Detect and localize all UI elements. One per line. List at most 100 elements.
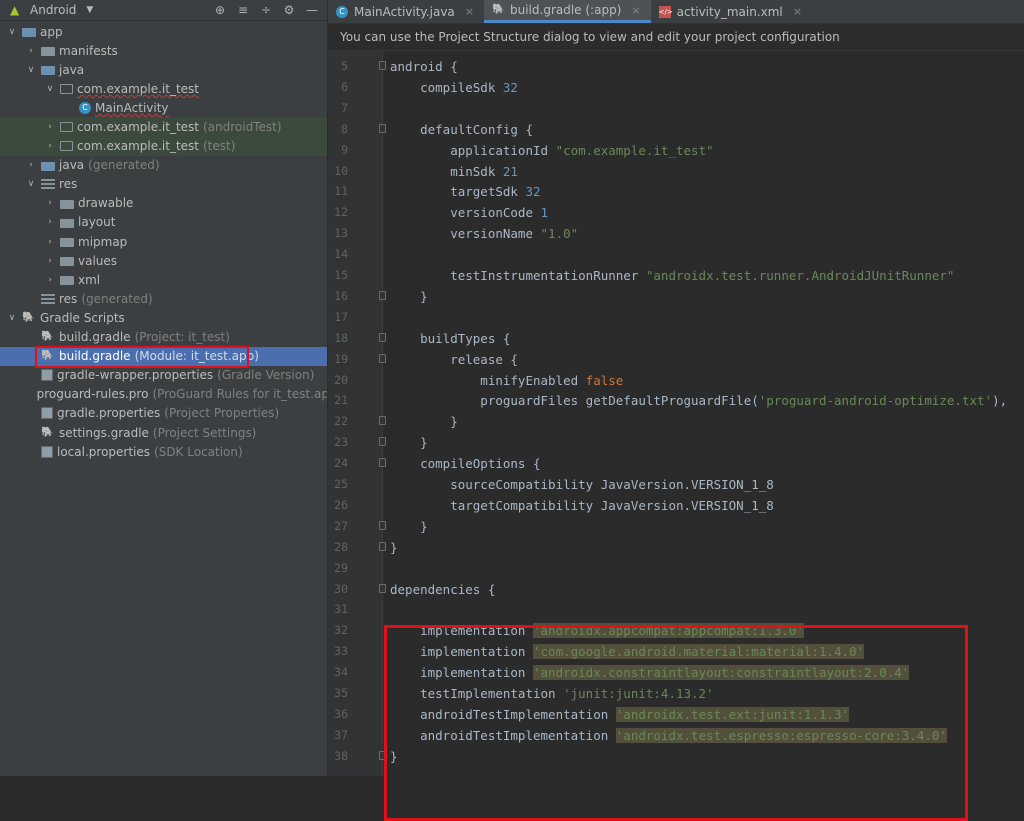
fold-marker-icon[interactable] (379, 458, 386, 468)
code-token: 'proguard-android-optimize.txt' (758, 393, 993, 409)
tree-item[interactable]: ∨ java (0, 60, 327, 79)
tree-item[interactable]: ∨ com.example.it_test (0, 79, 327, 98)
fold-marker-icon[interactable] (379, 541, 386, 551)
tree-item[interactable]: ›CMainActivity (0, 98, 327, 117)
chevron-right-icon[interactable]: › (44, 275, 56, 285)
project-panel-toolbar: ⊕ ≡ ÷ ⚙ — (213, 3, 319, 17)
tree-item[interactable]: ›🐘build.gradle(Project: it_test) (0, 328, 327, 347)
code-text: compileOptions { (390, 453, 541, 474)
properties-icon (41, 445, 53, 458)
line-number: 27 (334, 518, 348, 533)
chevron-down-icon[interactable]: ∨ (25, 179, 37, 189)
line-number: 35 (334, 686, 348, 700)
fold-marker-icon[interactable] (379, 583, 386, 593)
fold-marker-icon[interactable] (379, 290, 386, 300)
code-line: 9 applicationId "com.example.it_test" (328, 140, 1024, 161)
code-text: } (390, 746, 398, 767)
fold-marker-icon[interactable] (379, 416, 386, 426)
tree-item[interactable]: ∨ res (0, 175, 327, 194)
tree-item-hint: (Project Settings) (152, 425, 257, 440)
tree-item[interactable]: › manifests (0, 41, 327, 60)
tree-item[interactable]: ›proguard-rules.pro(ProGuard Rules for i… (0, 385, 327, 404)
tree-item-label: res (59, 177, 78, 192)
chevron-right-icon[interactable]: › (44, 141, 56, 151)
minimize-icon[interactable]: — (305, 3, 319, 17)
tree-item-hint: (Project: it_test) (134, 330, 230, 345)
tree-item[interactable]: ›🐘settings.gradle(Project Settings) (0, 423, 327, 442)
tree-item[interactable]: › java (generated) (0, 156, 327, 175)
tree-item-label: mipmap (78, 234, 128, 249)
editor-tab-label: MainActivity.java (354, 4, 455, 19)
code-token: android { (390, 59, 458, 74)
code-text: } (390, 432, 428, 453)
code-token: compileOptions { (390, 456, 541, 472)
code-text: sourceCompatibility JavaVersion.VERSION_… (390, 474, 774, 495)
chevron-right-icon[interactable]: › (25, 160, 37, 170)
project-structure-banner[interactable]: You can use the Project Structure dialog… (328, 24, 1024, 51)
code-editor[interactable]: 5 android {6 compileSdk 32 7 8 defaultConfi… (328, 50, 1024, 821)
tree-item[interactable]: ›gradle-wrapper.properties(Gradle Versio… (0, 366, 327, 385)
close-icon[interactable]: × (793, 5, 802, 18)
code-text: testInstrumentationRunner "androidx.test… (390, 265, 954, 286)
code-line: 8 defaultConfig { (328, 119, 1024, 140)
tree-item-label: gradle-wrapper.properties (57, 368, 214, 383)
project-view-selector[interactable]: Android (30, 3, 76, 17)
tree-item[interactable]: ›gradle.properties(Project Properties) (0, 404, 327, 423)
code-text: } (390, 411, 458, 432)
tree-item[interactable]: › com.example.it_test (test) (0, 136, 327, 156)
code-token: } (390, 288, 428, 304)
editor-tab[interactable]: 🐘 build.gradle (:app) × (484, 0, 651, 23)
code-token: minifyEnabled (390, 372, 586, 388)
chevron-down-icon[interactable]: ▼ (86, 5, 93, 15)
code-line: 28} (328, 537, 1024, 558)
code-token: "androidx.test.runner.AndroidJUnitRunner… (645, 268, 955, 283)
gear-icon[interactable]: ⚙ (282, 3, 296, 17)
tree-item[interactable]: › values (0, 251, 327, 270)
code-line: 6 compileSdk 32 (328, 77, 1024, 98)
tree-item[interactable]: ∨ 🐘 Gradle Scripts (0, 308, 327, 327)
expand-icon[interactable]: ÷ (259, 3, 273, 17)
fold-marker-icon[interactable] (379, 437, 386, 447)
tree-item[interactable]: › com.example.it_test (androidTest) (0, 117, 327, 137)
code-token: 'com.google.android.material:material:1.… (533, 644, 865, 660)
chevron-down-icon[interactable]: ∨ (44, 84, 56, 94)
tree-item[interactable]: ›res(generated) (0, 289, 327, 308)
tree-item[interactable]: › mipmap (0, 232, 327, 251)
fold-marker-icon[interactable] (379, 61, 386, 70)
tree-item[interactable]: ›local.properties(SDK Location) (0, 442, 327, 461)
line-number: 17 (334, 309, 348, 324)
fold-marker-icon[interactable] (379, 123, 386, 133)
tree-item[interactable]: › xml (0, 270, 327, 289)
chevron-right-icon[interactable]: › (44, 237, 56, 247)
fold-marker-icon[interactable] (379, 353, 386, 363)
chevron-right-icon[interactable]: › (44, 217, 56, 227)
editor-tab[interactable]: </> activity_main.xml × (651, 0, 812, 23)
fold-marker-icon[interactable] (379, 750, 386, 760)
chevron-right-icon[interactable]: › (25, 46, 37, 56)
editor-tab[interactable]: C MainActivity.java × (328, 0, 484, 23)
code-text: versionName "1.0" (390, 223, 578, 244)
close-icon[interactable]: × (631, 4, 640, 17)
chevron-down-icon[interactable]: ∨ (6, 27, 18, 37)
collapse-all-icon[interactable]: ≡ (236, 3, 250, 17)
chevron-right-icon[interactable]: › (44, 256, 56, 266)
code-token: proguardFiles getDefaultProguardFile( (390, 393, 759, 409)
fold-marker-icon[interactable] (379, 520, 386, 530)
tree-item[interactable]: › layout (0, 213, 327, 232)
line-number: 12 (334, 205, 348, 220)
fold-marker-icon[interactable] (379, 332, 386, 342)
tree-item[interactable]: ∨ app (0, 22, 327, 41)
tree-item-label: xml (78, 272, 101, 287)
tree-item[interactable]: ›🐘build.gradle(Module: it_test.app) (0, 346, 327, 366)
code-text: targetCompatibility JavaVersion.VERSION_… (390, 495, 774, 516)
chevron-right-icon[interactable]: › (44, 122, 56, 132)
line-number: 37 (334, 727, 348, 742)
chevron-down-icon[interactable]: ∨ (25, 65, 37, 75)
target-icon[interactable]: ⊕ (213, 3, 227, 17)
code-token: minSdk (390, 163, 503, 179)
chevron-down-icon[interactable]: ∨ (6, 313, 18, 323)
close-icon[interactable]: × (465, 5, 474, 18)
code-text: proguardFiles getDefaultProguardFile('pr… (390, 390, 1007, 411)
tree-item[interactable]: › drawable (0, 194, 327, 213)
chevron-right-icon[interactable]: › (44, 198, 56, 208)
